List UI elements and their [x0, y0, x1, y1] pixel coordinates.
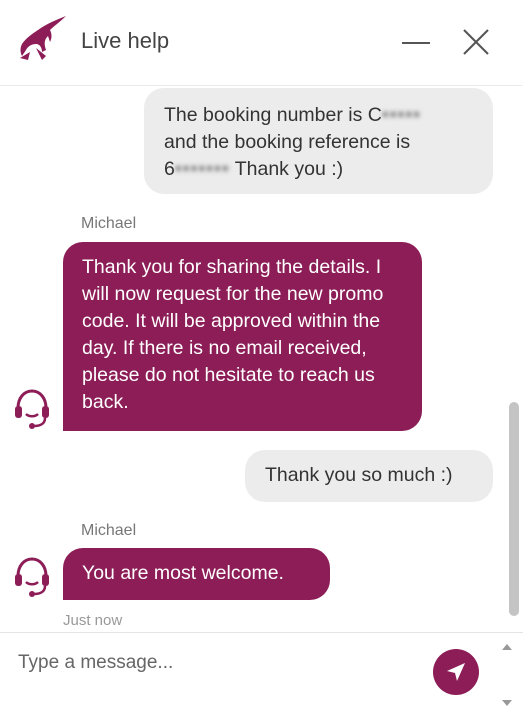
- chat-header: Live help: [0, 0, 523, 86]
- user-message: Thank you so much :): [245, 450, 493, 502]
- message-timestamp: Just now: [63, 612, 123, 629]
- user-message: The booking number is C••••• and the boo…: [144, 88, 493, 194]
- oryx-logo-icon: [20, 16, 66, 60]
- redacted-text: •••••••: [174, 158, 230, 180]
- send-icon: [447, 663, 465, 681]
- message-composer: [0, 632, 523, 709]
- agent-message: Thank you for sharing the details. I wil…: [63, 242, 422, 431]
- close-button[interactable]: [458, 24, 494, 60]
- chat-title: Live help: [81, 28, 170, 53]
- scrollbar-thumb[interactable]: [509, 402, 519, 616]
- sender-name: Michael: [81, 522, 137, 539]
- headset-agent-icon: [15, 557, 49, 597]
- scroll-down-arrow-icon[interactable]: [502, 700, 512, 706]
- sender-name: Michael: [81, 215, 137, 232]
- minimize-icon: [402, 42, 430, 44]
- headset-agent-icon: [15, 389, 49, 429]
- send-button[interactable]: [433, 649, 479, 695]
- minimize-button[interactable]: [398, 26, 434, 58]
- message-list[interactable]: The booking number is C••••• and the boo…: [0, 86, 505, 632]
- redacted-text: •••••: [381, 104, 422, 126]
- close-icon: [463, 29, 489, 55]
- agent-message: You are most welcome.: [63, 548, 330, 600]
- message-input[interactable]: [18, 649, 418, 677]
- scroll-up-arrow-icon[interactable]: [502, 644, 512, 650]
